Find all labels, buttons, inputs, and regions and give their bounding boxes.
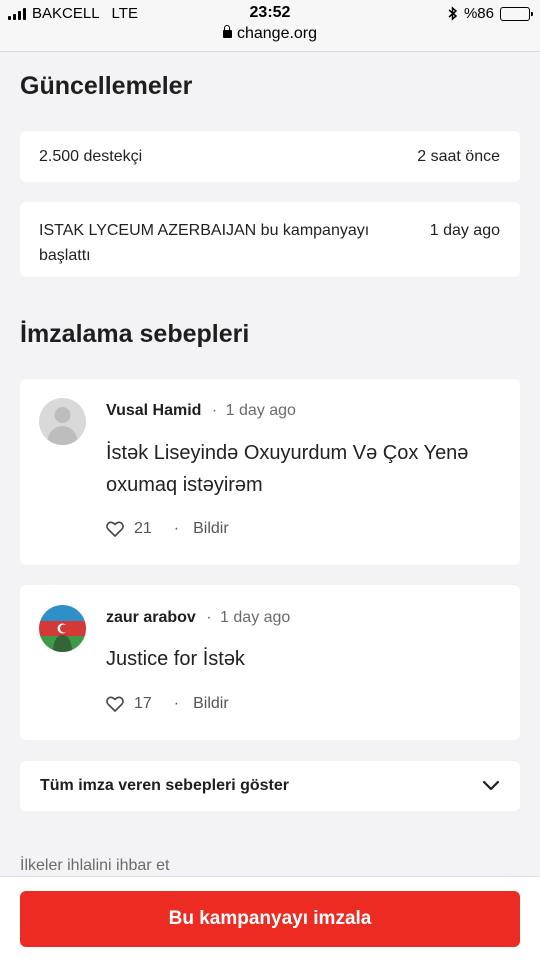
reason-time: 1 day ago bbox=[220, 609, 291, 626]
reason-author[interactable]: zaur arabov bbox=[106, 609, 196, 626]
updates-title: Güncellemeler bbox=[20, 72, 193, 100]
status-bar: BAKCELL LTE 23:52 %86 change.org bbox=[0, 0, 540, 52]
reason-text: İstək Liseyində Oxuyurdum Və Çox Yenə ox… bbox=[106, 442, 469, 496]
battery-icon bbox=[500, 6, 533, 21]
heart-icon[interactable] bbox=[106, 696, 124, 712]
flag-avatar-icon bbox=[39, 605, 86, 652]
reason-meta: 17 · Bildir bbox=[106, 695, 229, 713]
update-time: 2 saat önce bbox=[417, 148, 500, 165]
meta-dot: · bbox=[173, 695, 180, 712]
update-time: 1 day ago bbox=[429, 222, 500, 239]
update-card-started: ISTAK LYCEUM AZERBAIJAN bu kampanyayı ba… bbox=[20, 202, 520, 277]
bluetooth-icon bbox=[448, 6, 458, 21]
status-right: %86 bbox=[448, 5, 533, 22]
url-text: change.org bbox=[236, 25, 318, 42]
update-text: 2.500 destekçi bbox=[39, 148, 143, 165]
reason-meta: 21 · Bildir bbox=[106, 520, 229, 538]
update-card-supporters: 2.500 destekçi 2 saat önce bbox=[20, 131, 520, 182]
reason-header: zaur arabov · 1 day ago bbox=[106, 609, 290, 627]
reason-header: Vusal Hamid · 1 day ago bbox=[106, 402, 296, 420]
reason-time: 1 day ago bbox=[225, 402, 296, 419]
heart-icon[interactable] bbox=[106, 521, 124, 537]
chevron-down-icon bbox=[482, 780, 500, 791]
sign-petition-button[interactable]: Bu kampanyayı imzala bbox=[20, 891, 520, 947]
reason-author[interactable]: Vusal Hamid bbox=[106, 402, 201, 419]
reason-card: Vusal Hamid · 1 day ago İstək Liseyində … bbox=[20, 379, 520, 565]
avatar bbox=[39, 398, 86, 445]
like-count: 21 bbox=[134, 520, 152, 537]
show-all-reasons-button[interactable]: Tüm imza veren sebepleri göster bbox=[20, 761, 520, 811]
meta-dot: · bbox=[173, 520, 180, 537]
report-link[interactable]: Bildir bbox=[193, 520, 229, 538]
separator-dot: · bbox=[206, 609, 212, 626]
avatar bbox=[39, 605, 86, 652]
report-link[interactable]: Bildir bbox=[193, 695, 229, 713]
user-placeholder-icon bbox=[47, 407, 78, 445]
update-text: ISTAK LYCEUM AZERBAIJAN bu kampanyayı ba… bbox=[39, 222, 370, 264]
battery-percent: %86 bbox=[463, 5, 494, 22]
address-bar[interactable]: change.org bbox=[0, 25, 540, 43]
like-count: 17 bbox=[134, 695, 152, 712]
reason-card: zaur arabov · 1 day ago Justice for İstə… bbox=[20, 585, 520, 740]
report-policy-link[interactable]: İlkeler ihlalini ihbar et bbox=[20, 857, 169, 875]
show-all-label: Tüm imza veren sebepleri göster bbox=[40, 777, 289, 794]
lock-icon bbox=[222, 25, 232, 38]
separator-dot: · bbox=[211, 402, 218, 419]
reason-text: Justice for İstək bbox=[106, 648, 245, 670]
bottom-action-bar: Bu kampanyayı imzala bbox=[0, 876, 540, 960]
reasons-title: İmzalama sebepleri bbox=[20, 320, 250, 348]
